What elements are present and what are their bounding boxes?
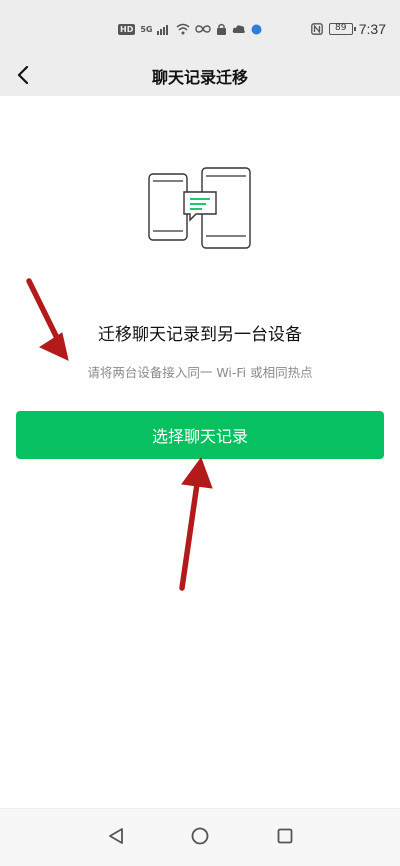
infinity-icon	[195, 25, 212, 33]
system-nav-bar	[0, 808, 400, 866]
status-right: 89 7:37	[310, 20, 386, 38]
status-indicators: HD 5G	[118, 22, 262, 36]
nav-bar: 聊天记录迁移	[0, 54, 400, 96]
signal-icon	[157, 25, 169, 35]
triangle-back-icon	[109, 828, 123, 844]
page-title: 聊天记录迁移	[151, 68, 248, 87]
system-back-button[interactable]	[101, 821, 131, 851]
headline: 迁移聊天记录到另一台设备	[98, 325, 302, 345]
status-time: 7:37	[358, 21, 386, 37]
lock-icon	[217, 23, 227, 35]
network-badge: 5G	[140, 24, 153, 34]
app-icon	[251, 24, 262, 34]
battery-indicator: 89	[328, 23, 356, 35]
circle-home-icon	[191, 827, 209, 845]
system-home-button[interactable]	[185, 821, 215, 851]
select-chat-history-button[interactable]: 选择聊天记录	[16, 411, 384, 459]
cloud-icon	[233, 25, 246, 33]
arrow-annotation	[179, 456, 213, 591]
wifi-icon	[177, 23, 190, 35]
status-bar: HD 5G 89 7:37	[0, 0, 400, 54]
system-recent-button[interactable]	[270, 821, 300, 851]
hd-badge: HD	[118, 23, 136, 35]
hint-text: 请将两台设备接入同一 Wi-Fi 或相同热点	[87, 365, 313, 380]
nfc-icon	[310, 23, 323, 35]
square-recent-icon	[277, 828, 293, 844]
two-phones-chat-icon	[148, 167, 251, 249]
